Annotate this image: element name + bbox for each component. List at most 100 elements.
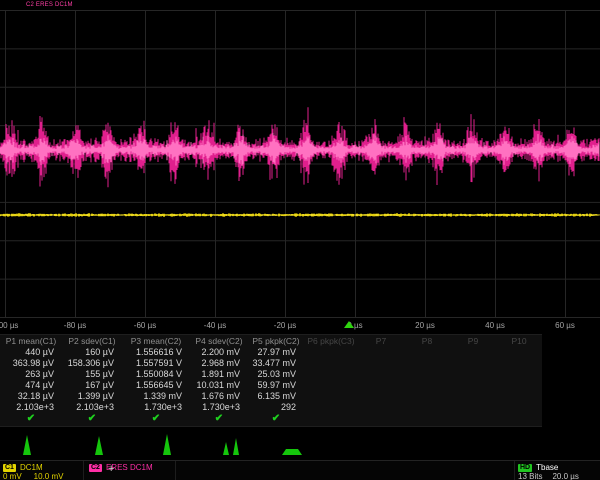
measurement-value: 1.557591 V xyxy=(122,358,190,369)
measurement-value xyxy=(358,369,404,380)
measurement-value xyxy=(404,358,450,369)
measurement-value xyxy=(404,402,450,413)
measurement-value xyxy=(496,358,542,369)
timebase-descriptor-box[interactable]: HD Tbase 13 Bits 20.0 µs xyxy=(514,461,600,480)
measurement-value xyxy=(304,369,358,380)
c2-badge: C2 xyxy=(89,464,102,472)
measurement-value xyxy=(358,358,404,369)
histicon-p3[interactable] xyxy=(148,430,196,457)
measurement-value xyxy=(304,391,358,402)
measurement-header-p9[interactable]: P9 xyxy=(450,335,496,347)
axis-tick-label: -40 µs xyxy=(204,321,226,330)
measurement-header-p3[interactable]: P3 mean(C2) xyxy=(122,335,190,347)
c1-offset: 0 mV xyxy=(3,472,22,480)
measurement-header-p5[interactable]: P5 pkpk(C2) xyxy=(248,335,304,347)
measurement-value: 2.103e+3 xyxy=(0,402,62,413)
measurement-table: P1 mean(C1)P2 sdev(C1)P3 mean(C2)P4 sdev… xyxy=(0,334,542,427)
measurement-value: 1.339 mV xyxy=(122,391,190,402)
measurement-header-p10[interactable]: P10 xyxy=(496,335,542,347)
measurement-value xyxy=(304,347,358,358)
c2-descriptor-box[interactable]: C2 ERES DC1M xyxy=(86,461,176,480)
axis-tick-label: -20 µs xyxy=(274,321,296,330)
measurement-value: 1.556645 V xyxy=(122,380,190,391)
c1-badge: C1 xyxy=(3,464,16,472)
measurement-value: 263 µV xyxy=(0,369,62,380)
measurement-header-p1[interactable]: P1 mean(C1) xyxy=(0,335,62,347)
measurement-value: 167 µV xyxy=(62,380,122,391)
c1-coupling: DC1M xyxy=(20,463,43,472)
measurement-value: 155 µV xyxy=(62,369,122,380)
measurement-value xyxy=(304,380,358,391)
measurement-value xyxy=(404,380,450,391)
trigger-position-marker[interactable] xyxy=(344,321,354,328)
axis-tick-label: 60 µs xyxy=(555,321,575,330)
c1-vdiv: 10.0 mV xyxy=(34,472,64,480)
measurement-value: 27.97 mV xyxy=(248,347,304,358)
measurement-value xyxy=(304,402,358,413)
measurement-status: ✔ xyxy=(190,413,248,426)
descriptor-bar: C1 DC1M 0 mV 10.0 mV C2 ERES DC1M HD Tba… xyxy=(0,460,600,480)
tbase-tdiv: 20.0 µs xyxy=(552,472,578,480)
histicon-p2[interactable] xyxy=(82,430,130,457)
measurement-value: 2.968 mV xyxy=(190,358,248,369)
measurement-value xyxy=(358,380,404,391)
measurement-value: 25.03 mV xyxy=(248,369,304,380)
measurement-value xyxy=(404,391,450,402)
measurement-value xyxy=(496,402,542,413)
measurement-histicons xyxy=(0,428,600,458)
measurement-header-p8[interactable]: P8 xyxy=(404,335,450,347)
measurement-status: ✔ xyxy=(248,413,304,426)
tbase-bits: 13 Bits xyxy=(518,472,542,480)
graticule xyxy=(0,10,600,318)
measurement-value: 33.477 mV xyxy=(248,358,304,369)
measurement-value: 292 xyxy=(248,402,304,413)
histicon-p5[interactable] xyxy=(272,430,320,457)
time-axis: -100 µs-80 µs-60 µs-40 µs-20 µs0 µs20 µs… xyxy=(0,320,600,332)
measurement-value: 158.306 µV xyxy=(62,358,122,369)
measurement-value: 1.730e+3 xyxy=(190,402,248,413)
measurement-value xyxy=(304,358,358,369)
measurement-value xyxy=(496,380,542,391)
measurement-value xyxy=(450,347,496,358)
axis-tick-label: 20 µs xyxy=(415,321,435,330)
measurement-value xyxy=(450,402,496,413)
measurement-value xyxy=(450,391,496,402)
measurement-header-p7[interactable]: P7 xyxy=(358,335,404,347)
histicon-p4[interactable] xyxy=(214,430,262,457)
measurement-value: 1.730e+3 xyxy=(122,402,190,413)
histicon-p1[interactable] xyxy=(12,430,60,457)
c2-trace-label: C2 ERES DC1M xyxy=(26,2,73,8)
measurement-value: 10.031 mV xyxy=(190,380,248,391)
measurement-value xyxy=(496,369,542,380)
measurement-value xyxy=(450,369,496,380)
axis-tick-label: 40 µs xyxy=(485,321,505,330)
measurement-value xyxy=(404,347,450,358)
measurement-header-p6[interactable]: P6 pkpk(C3) xyxy=(304,335,358,347)
measurement-value xyxy=(496,347,542,358)
axis-tick-label: -100 µs xyxy=(0,321,18,330)
measurement-value xyxy=(358,391,404,402)
crosshair-cursor[interactable]: + xyxy=(108,463,114,475)
measurement-header-p2[interactable]: P2 sdev(C1) xyxy=(62,335,122,347)
measurement-value: 2.103e+3 xyxy=(62,402,122,413)
measurement-status xyxy=(496,413,542,426)
measurement-value xyxy=(496,391,542,402)
measurement-status xyxy=(304,413,358,426)
measurement-value: 440 µV xyxy=(0,347,62,358)
hd-badge: HD xyxy=(518,464,532,472)
measurement-status: ✔ xyxy=(122,413,190,426)
measurement-value: 1.676 mV xyxy=(190,391,248,402)
measurement-value xyxy=(358,402,404,413)
measurement-value xyxy=(450,380,496,391)
axis-tick-label: -80 µs xyxy=(64,321,86,330)
measurement-value: 2.200 mV xyxy=(190,347,248,358)
measurement-value: 1.399 µV xyxy=(62,391,122,402)
axis-tick-label: -60 µs xyxy=(134,321,156,330)
measurement-value: 59.97 mV xyxy=(248,380,304,391)
measurement-status xyxy=(358,413,404,426)
measurement-header-p4[interactable]: P4 sdev(C2) xyxy=(190,335,248,347)
c1-descriptor-box[interactable]: C1 DC1M 0 mV 10.0 mV xyxy=(0,461,84,480)
measurement-value: 1.556616 V xyxy=(122,347,190,358)
measurement-status xyxy=(404,413,450,426)
measurement-value: 363.98 µV xyxy=(0,358,62,369)
